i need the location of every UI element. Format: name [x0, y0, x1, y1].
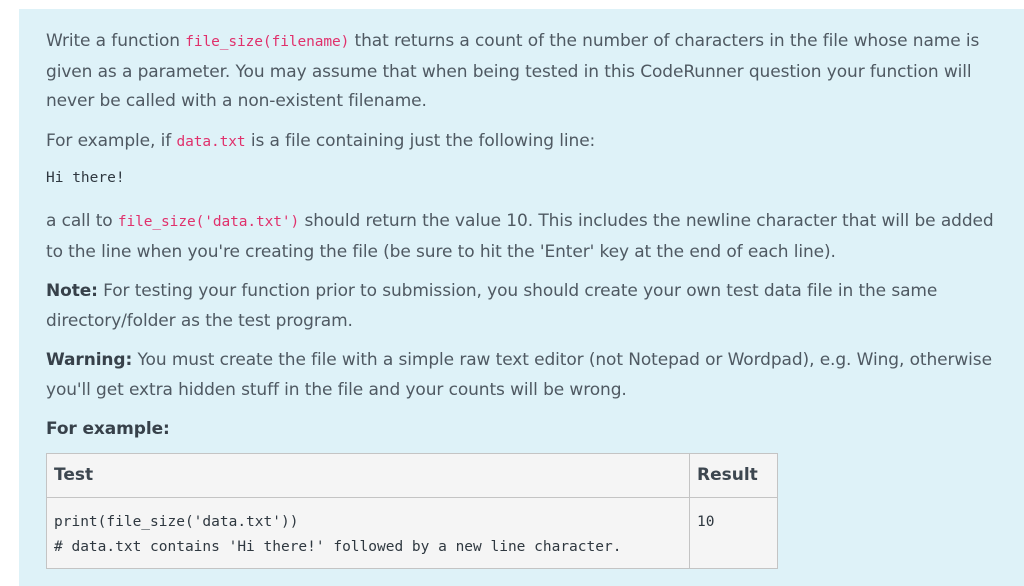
example-intro: For example, if data.txt is a file conta…: [46, 130, 596, 151]
table-header-row: Test Result: [46, 452, 778, 498]
call-explanation: a call to file_size('data.txt') should r…: [46, 211, 994, 262]
question-text-panel: Write a function file_size(filename) tha…: [19, 9, 1024, 586]
column-header-test: Test: [46, 452, 690, 498]
warning-paragraph: Warning: You must create the file with a…: [46, 350, 992, 400]
call-code: file_size('data.txt'): [117, 214, 300, 230]
question-intro: Write a function file_size(filename) tha…: [46, 31, 980, 111]
filename-code: data.txt: [176, 133, 246, 150]
result-cell: 10: [689, 496, 778, 569]
for-example-heading: For example:: [46, 419, 170, 439]
note-paragraph: Note: For testing your function prior to…: [46, 281, 938, 331]
result-value: 10: [697, 513, 715, 530]
column-header-result: Result: [689, 452, 778, 498]
test-code: print(file_size('data.txt')) # data.txt …: [54, 513, 622, 555]
test-cell: print(file_size('data.txt')) # data.txt …: [46, 496, 690, 569]
note-label: Note:: [46, 281, 98, 301]
warning-label: Warning:: [46, 350, 133, 370]
function-signature-code: file_size(filename): [185, 34, 350, 50]
examples-table: Test Result print(file_size('data.txt'))…: [46, 452, 778, 569]
table-row: print(file_size('data.txt')) # data.txt …: [46, 496, 778, 569]
sample-file-line: Hi there!: [46, 170, 125, 186]
